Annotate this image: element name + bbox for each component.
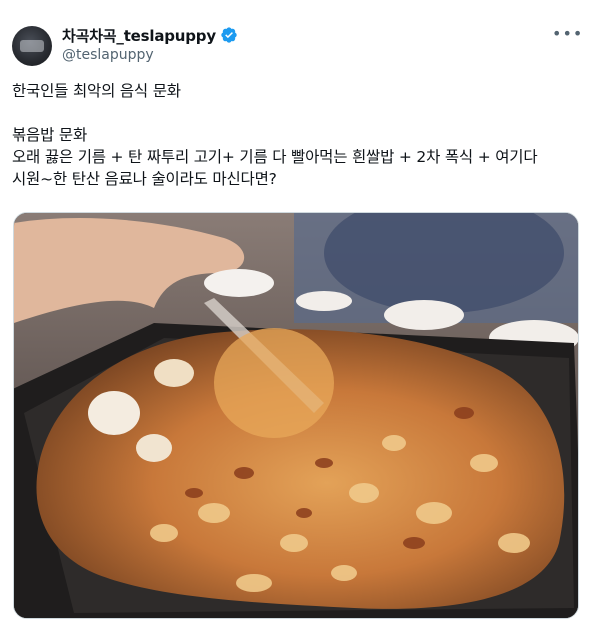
display-name[interactable]: 차곡차곡_teslapuppy (62, 25, 216, 46)
tweet-line: 한국인들 최악의 음식 문화 (12, 82, 181, 100)
verified-badge-icon (221, 27, 237, 43)
display-name-row[interactable]: 차곡차곡_teslapuppy (62, 24, 238, 46)
fried-rice-photo (14, 213, 578, 618)
tweet-line: 볶음밥 문화 (12, 126, 88, 144)
tweet-line: 시원~한 탄산 음료나 술이라도 마신다면? (12, 170, 277, 188)
tweet-line: 오래 끓은 기름 + 탄 짜투리 고기+ 기름 다 빨아먹는 흰쌀밥 + 2차 … (12, 148, 538, 166)
tweet-header: 차곡차곡_teslapuppy @teslapuppy ••• (12, 24, 582, 68)
tweet-text: 한국인들 최악의 음식 문화 볶음밥 문화 오래 끓은 기름 + 탄 짜투리 고… (12, 80, 582, 190)
tweet-media-photo[interactable] (13, 212, 579, 619)
author-handle[interactable]: @teslapuppy (62, 47, 238, 63)
tweet-line-spacer (12, 102, 582, 124)
tweet-card[interactable]: 차곡차곡_teslapuppy @teslapuppy ••• 한국인들 최악의… (0, 0, 592, 628)
author-block: 차곡차곡_teslapuppy @teslapuppy (62, 24, 238, 63)
more-dots-icon[interactable]: ••• (552, 26, 582, 46)
avatar[interactable] (12, 26, 52, 66)
